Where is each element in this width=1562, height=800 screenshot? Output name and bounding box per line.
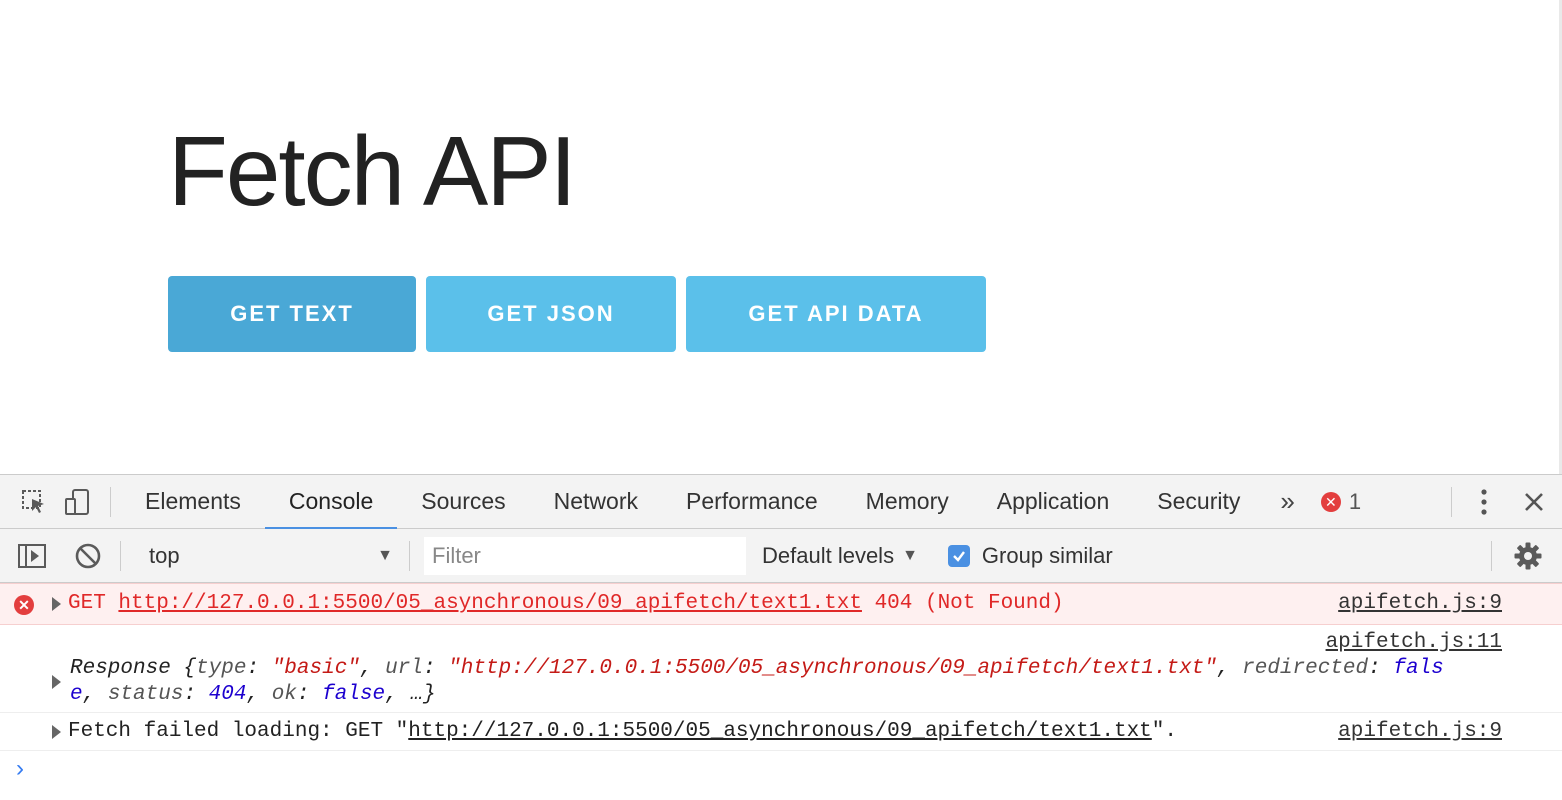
- error-status: 404 (Not Found): [874, 592, 1064, 615]
- group-similar-label: Group similar: [981, 542, 1113, 568]
- expand-triangle-icon[interactable]: [52, 597, 61, 611]
- error-counter[interactable]: ✕ 1: [1311, 489, 1371, 515]
- webpage: Fetch API GET TEXT GET JSON GET API DATA: [0, 0, 1562, 474]
- tab-memory[interactable]: Memory: [842, 475, 973, 529]
- error-method: GET: [68, 592, 106, 615]
- tab-elements[interactable]: Elements: [121, 475, 265, 529]
- console-prompt-icon: ›: [16, 755, 24, 782]
- devtools-tabbar: Elements Console Sources Network Perform…: [0, 475, 1562, 530]
- inspect-element-icon[interactable]: [12, 475, 56, 529]
- toolbar-separator: [409, 540, 410, 571]
- console-fetch-failed-message[interactable]: Fetch failed loading: GET "http://127.0.…: [0, 713, 1562, 751]
- get-api-data-button[interactable]: GET API DATA: [686, 276, 986, 352]
- close-devtools-icon[interactable]: [1506, 475, 1562, 529]
- fetch-failed-line: Fetch failed loading: GET "http://127.0.…: [68, 720, 1178, 743]
- tab-application[interactable]: Application: [973, 475, 1134, 529]
- log-levels-label: Default levels: [762, 542, 895, 568]
- console-log-response[interactable]: apifetch.js:11 Response {type: "basic", …: [0, 625, 1562, 713]
- error-line: GET http://127.0.0.1:5500/05_asynchronou…: [68, 592, 1064, 615]
- show-sidebar-icon[interactable]: [10, 529, 54, 583]
- console-error-message[interactable]: ✕ GET http://127.0.0.1:5500/05_asynchron…: [0, 583, 1562, 625]
- tab-sources[interactable]: Sources: [397, 475, 529, 529]
- toolbar-separator: [120, 540, 121, 571]
- tab-performance[interactable]: Performance: [662, 475, 842, 529]
- get-json-button[interactable]: GET JSON: [426, 276, 676, 352]
- error-icon: ✕: [14, 595, 34, 615]
- group-similar-checkbox[interactable]: [947, 544, 970, 567]
- toolbar-separator: [1491, 541, 1492, 571]
- device-toolbar-icon[interactable]: [56, 475, 100, 529]
- console-settings-gear-icon[interactable]: [1506, 529, 1550, 583]
- dropdown-caret-icon: ▼: [902, 546, 918, 564]
- tab-console[interactable]: Console: [264, 475, 398, 530]
- source-link[interactable]: apifetch.js:9: [1338, 720, 1502, 743]
- response-line-2: e, status: 404, ok: false, …}: [70, 683, 436, 706]
- error-url-link[interactable]: http://127.0.0.1:5500/05_asynchronous/09…: [118, 592, 862, 615]
- tab-network[interactable]: Network: [530, 475, 662, 529]
- context-value: top: [149, 542, 180, 568]
- devtools-panel: Elements Console Sources Network Perform…: [0, 474, 1562, 800]
- button-row: GET TEXT GET JSON GET API DATA: [168, 276, 986, 352]
- more-options-icon[interactable]: [1462, 475, 1506, 529]
- devtools-right-tools: [1441, 475, 1562, 529]
- more-tabs-button[interactable]: »: [1264, 475, 1310, 529]
- source-link[interactable]: apifetch.js:9: [1338, 592, 1502, 615]
- error-count: 1: [1348, 488, 1362, 514]
- get-text-button[interactable]: GET TEXT: [168, 276, 416, 352]
- clear-console-icon[interactable]: [66, 529, 110, 583]
- expand-triangle-icon[interactable]: [52, 725, 61, 739]
- response-line-1: Response {type: "basic", url: "http://12…: [70, 657, 1444, 680]
- error-icon: ✕: [1320, 491, 1341, 512]
- filter-input[interactable]: [424, 536, 746, 575]
- toolbar-separator: [110, 486, 111, 517]
- tab-security[interactable]: Security: [1133, 475, 1264, 529]
- expand-triangle-icon[interactable]: [52, 675, 61, 689]
- page-title: Fetch API: [168, 116, 577, 226]
- toolbar-separator: [1451, 487, 1452, 517]
- group-similar-option[interactable]: Group similar: [947, 542, 1113, 569]
- console-toolbar: top ▼ Default levels ▼ Group similar: [0, 529, 1562, 583]
- console-messages: ✕ GET http://127.0.0.1:5500/05_asynchron…: [0, 583, 1562, 791]
- fetch-failed-url-link[interactable]: http://127.0.0.1:5500/05_asynchronous/09…: [408, 720, 1152, 743]
- log-levels-dropdown[interactable]: Default levels ▼: [762, 543, 918, 569]
- dropdown-caret-icon: ▼: [377, 546, 393, 564]
- context-selector[interactable]: top ▼: [131, 536, 409, 576]
- console-prompt-row[interactable]: ›: [0, 751, 1562, 791]
- source-link[interactable]: apifetch.js:11: [1326, 631, 1502, 654]
